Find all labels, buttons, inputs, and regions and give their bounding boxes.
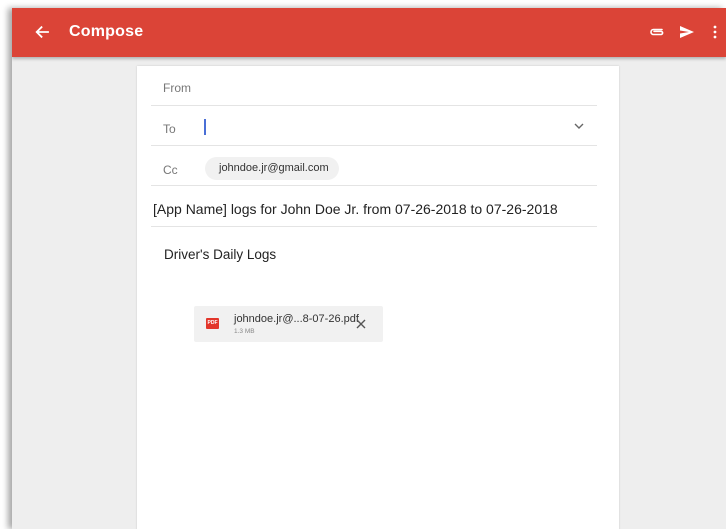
attachment-filename: johndoe.jr@...8-07-26.pdf <box>234 313 359 325</box>
send-button[interactable] <box>675 20 699 44</box>
message-body[interactable]: Driver's Daily Logs <box>164 247 276 262</box>
subject-text: [App Name] logs for John Doe Jr. from 07… <box>153 201 558 217</box>
more-vert-icon <box>713 25 717 39</box>
more-options-button[interactable] <box>708 20 722 44</box>
to-field[interactable]: To <box>151 106 597 146</box>
cc-field[interactable]: Cc johndoe.jr@gmail.com <box>151 146 597 186</box>
cc-label: Cc <box>163 163 178 177</box>
compose-screen: Compose From To Cc johndoe.jr@gmail.com … <box>12 8 726 529</box>
recipient-chip[interactable]: johndoe.jr@gmail.com <box>205 157 339 180</box>
from-label: From <box>163 81 191 95</box>
arrow-back-icon <box>35 25 49 39</box>
app-bar: Compose <box>12 8 726 57</box>
from-field[interactable]: From <box>151 66 597 106</box>
paperclip-icon <box>650 28 664 36</box>
chevron-down-icon[interactable] <box>572 121 586 131</box>
attach-button[interactable] <box>645 20 669 44</box>
attachment-size: 1.3 MB <box>234 328 255 335</box>
to-label: To <box>163 122 176 136</box>
close-icon[interactable] <box>354 317 368 331</box>
text-cursor <box>204 119 206 135</box>
send-icon <box>680 26 694 38</box>
page-title: Compose <box>69 23 144 40</box>
compose-form: From To Cc johndoe.jr@gmail.com [App Nam… <box>137 66 619 529</box>
pdf-icon: PDF <box>206 318 219 329</box>
attachment-chip[interactable]: PDF johndoe.jr@...8-07-26.pdf 1.3 MB <box>194 306 383 342</box>
back-button[interactable] <box>30 20 54 44</box>
subject-field[interactable]: [App Name] logs for John Doe Jr. from 07… <box>151 186 597 227</box>
